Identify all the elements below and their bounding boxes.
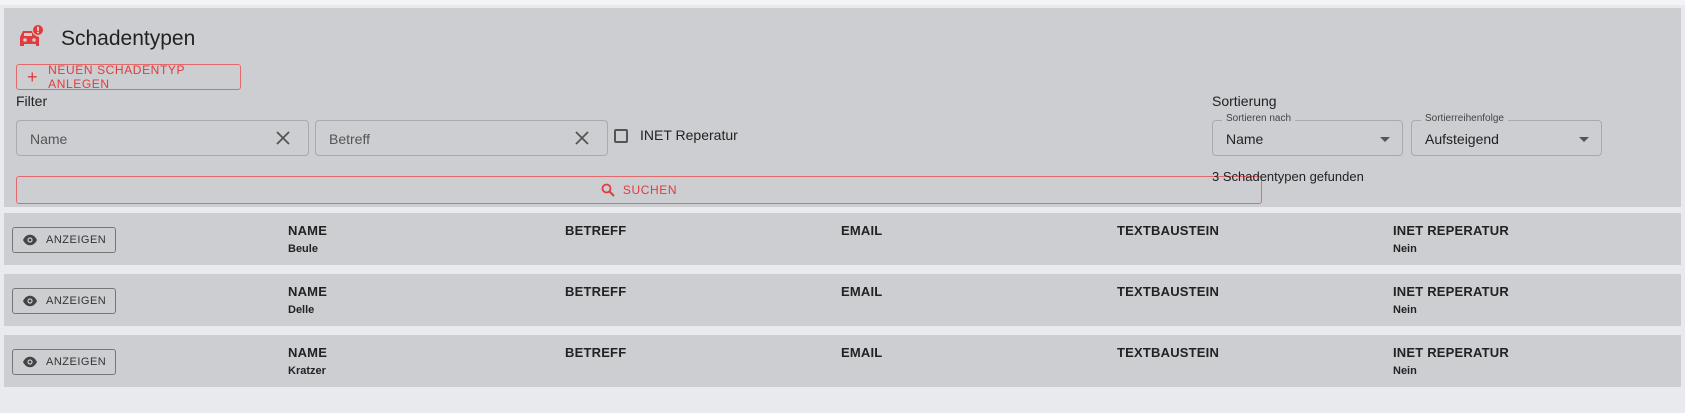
inet-header: INET REPERATUR: [1393, 345, 1509, 360]
sort-order-legend: Sortierreihenfolge: [1421, 113, 1508, 124]
plus-icon: +: [27, 67, 39, 87]
sort-order-value: Aufsteigend: [1425, 131, 1499, 147]
textbaustein-header: TEXTBAUSTEIN: [1117, 284, 1220, 299]
inet-value: Nein: [1393, 365, 1417, 377]
result-count: 3 Schadentypen gefunden: [1212, 169, 1364, 184]
show-button[interactable]: ANZEIGEN: [12, 288, 116, 314]
betreff-filter-input[interactable]: Betreff: [315, 120, 608, 156]
search-button[interactable]: SUCHEN: [16, 176, 1262, 204]
eye-icon: [23, 356, 37, 368]
name-value: Delle: [288, 304, 315, 316]
filter-label: Filter: [16, 93, 48, 109]
name-value: Beule: [288, 243, 318, 255]
name-filter-input[interactable]: Name: [16, 120, 309, 156]
inet-cell: INET REPERATUR Nein: [1393, 223, 1509, 255]
inet-header: INET REPERATUR: [1393, 223, 1509, 238]
betreff-cell: BETREFF: [565, 345, 626, 365]
show-button-label: ANZEIGEN: [46, 356, 107, 368]
betreff-header: BETREFF: [565, 284, 627, 299]
show-button-label: ANZEIGEN: [46, 295, 107, 307]
sort-by-value: Name: [1226, 131, 1264, 147]
betreff-cell: BETREFF: [565, 284, 626, 304]
close-icon[interactable]: [574, 130, 590, 146]
textbaustein-cell: TEXTBAUSTEIN: [1117, 345, 1219, 365]
email-cell: EMAIL: [841, 223, 882, 243]
caret-down-icon: [1380, 137, 1390, 142]
inet-header: INET REPERATUR: [1393, 284, 1509, 299]
name-header: NAME: [288, 223, 328, 238]
name-cell: NAME Delle: [288, 284, 327, 316]
table-row: ANZEIGEN NAME Beule BETREFF EMAIL TEXTBA…: [4, 213, 1681, 265]
textbaustein-header: TEXTBAUSTEIN: [1117, 345, 1220, 360]
filter-panel: Schadentypen + NEUEN SCHADENTYP ANLEGEN …: [4, 8, 1681, 207]
inet-cell: INET REPERATUR Nein: [1393, 284, 1509, 316]
email-cell: EMAIL: [841, 284, 882, 304]
eye-icon: [23, 234, 37, 246]
sort-order-select[interactable]: Sortierreihenfolge Aufsteigend: [1411, 113, 1602, 156]
sort-by-select[interactable]: Sortieren nach Name: [1212, 113, 1403, 156]
caret-down-icon: [1579, 137, 1589, 142]
search-button-label: SUCHEN: [622, 183, 678, 197]
show-button-label: ANZEIGEN: [46, 234, 107, 246]
inet-cell: INET REPERATUR Nein: [1393, 345, 1509, 377]
email-header: EMAIL: [841, 284, 883, 299]
top-divider: [0, 0, 1685, 5]
sort-label: Sortierung: [1212, 93, 1277, 109]
email-cell: EMAIL: [841, 345, 882, 365]
name-filter-placeholder: Name: [30, 131, 68, 147]
page-title: Schadentypen: [61, 27, 196, 50]
car-damage-icon: [20, 24, 44, 46]
table-row: ANZEIGEN NAME Kratzer BETREFF EMAIL TEXT…: [4, 335, 1681, 387]
inet-reperatur-label: INET Reperatur: [640, 127, 738, 143]
textbaustein-cell: TEXTBAUSTEIN: [1117, 284, 1219, 304]
search-icon: [601, 183, 615, 197]
new-damage-type-label: NEUEN SCHADENTYP ANLEGEN: [48, 63, 185, 91]
show-button[interactable]: ANZEIGEN: [12, 349, 116, 375]
inet-reperatur-checkbox[interactable]: [614, 129, 628, 143]
close-icon[interactable]: [275, 130, 291, 146]
textbaustein-cell: TEXTBAUSTEIN: [1117, 223, 1219, 243]
inet-value: Nein: [1393, 304, 1417, 316]
betreff-cell: BETREFF: [565, 223, 626, 243]
name-value: Kratzer: [288, 365, 326, 377]
inet-value: Nein: [1393, 243, 1417, 255]
new-damage-type-button[interactable]: + NEUEN SCHADENTYP ANLEGEN: [16, 63, 241, 91]
textbaustein-header: TEXTBAUSTEIN: [1117, 223, 1220, 238]
betreff-header: BETREFF: [565, 223, 627, 238]
sort-by-legend: Sortieren nach: [1222, 113, 1296, 124]
table-row: ANZEIGEN NAME Delle BETREFF EMAIL TEXTBA…: [4, 274, 1681, 326]
betreff-filter-placeholder: Betreff: [329, 131, 370, 147]
email-header: EMAIL: [841, 345, 883, 360]
eye-icon: [23, 295, 37, 307]
name-cell: NAME Kratzer: [288, 345, 327, 377]
email-header: EMAIL: [841, 223, 883, 238]
betreff-header: BETREFF: [565, 345, 627, 360]
name-cell: NAME Beule: [288, 223, 327, 255]
show-button[interactable]: ANZEIGEN: [12, 227, 116, 253]
name-header: NAME: [288, 345, 328, 360]
name-header: NAME: [288, 284, 328, 299]
